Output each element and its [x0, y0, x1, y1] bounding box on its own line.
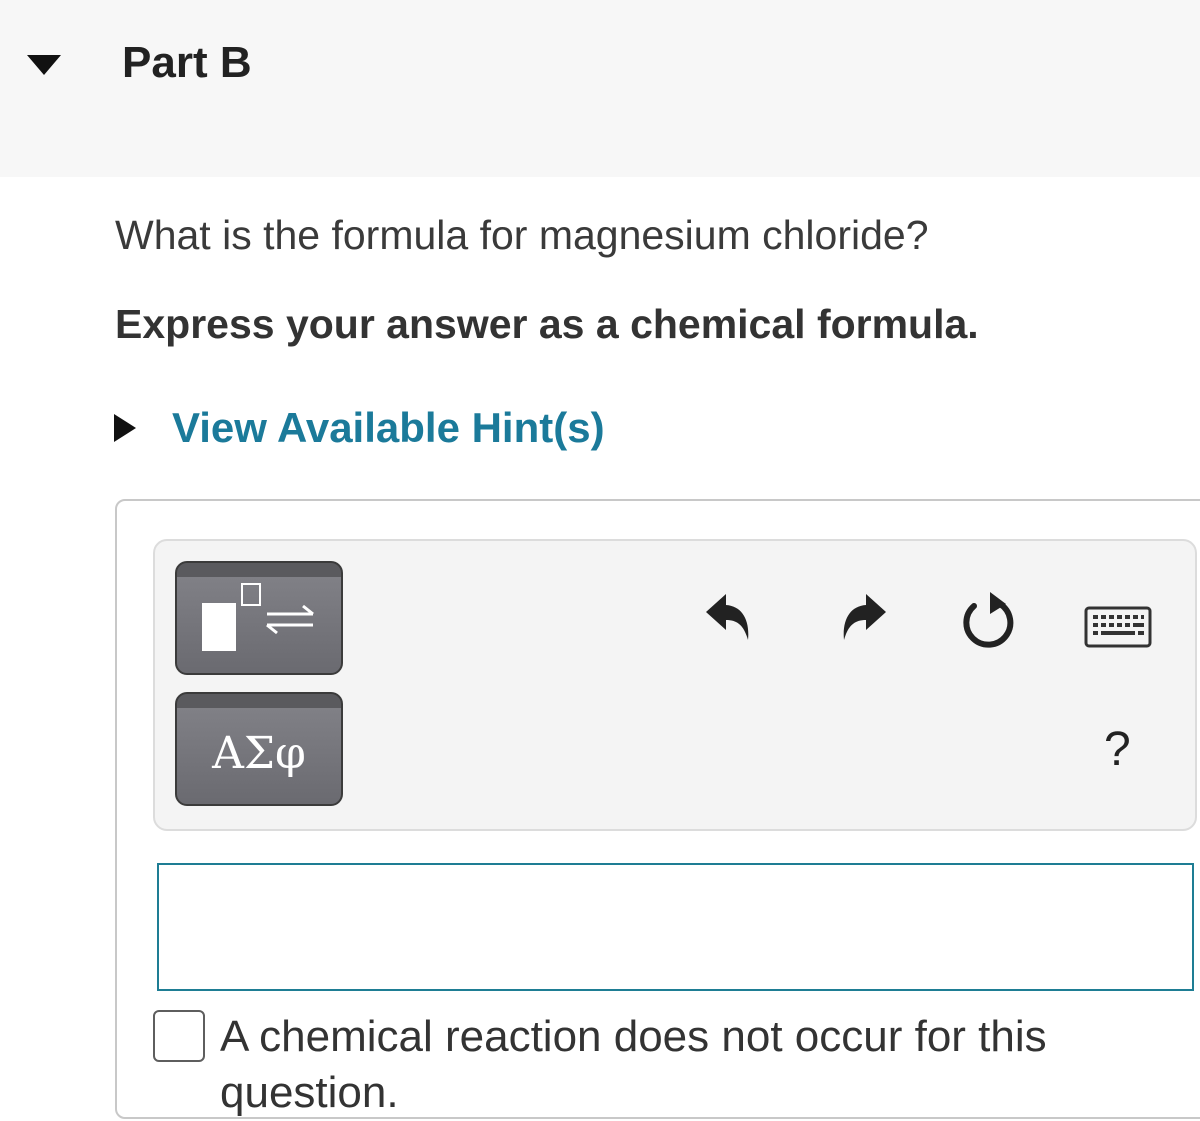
help-button[interactable]: ?: [1104, 722, 1131, 777]
no-reaction-label-continued[interactable]: question.: [220, 1065, 399, 1121]
template-superscript-icon: [241, 583, 261, 606]
collapse-caret-icon[interactable]: [27, 55, 61, 75]
redo-icon[interactable]: [836, 590, 888, 646]
view-hints-label: View Available Hint(s): [172, 404, 605, 451]
templates-button[interactable]: [175, 561, 343, 675]
part-title: Part B: [122, 38, 252, 87]
view-hints-link[interactable]: View Available Hint(s): [110, 402, 605, 454]
no-reaction-label[interactable]: A chemical reaction does not occur for t…: [220, 1009, 1047, 1065]
greek-symbols-label: ΑΣφ: [212, 727, 306, 779]
undo-icon[interactable]: [704, 590, 756, 646]
reset-icon[interactable]: [960, 590, 1020, 652]
answer-instruction: Express your answer as a chemical formul…: [115, 301, 979, 347]
formula-answer-input[interactable]: [157, 863, 1194, 991]
template-box-icon: [202, 603, 236, 651]
expand-caret-icon: [114, 414, 136, 442]
equilibrium-arrows-icon: [266, 604, 314, 635]
keyboard-icon[interactable]: [1084, 606, 1152, 648]
greek-symbols-button[interactable]: ΑΣφ: [175, 692, 343, 806]
no-reaction-checkbox[interactable]: [153, 1010, 205, 1062]
part-header[interactable]: Part B: [0, 0, 1200, 177]
question-text: What is the formula for magnesium chlori…: [115, 212, 929, 258]
